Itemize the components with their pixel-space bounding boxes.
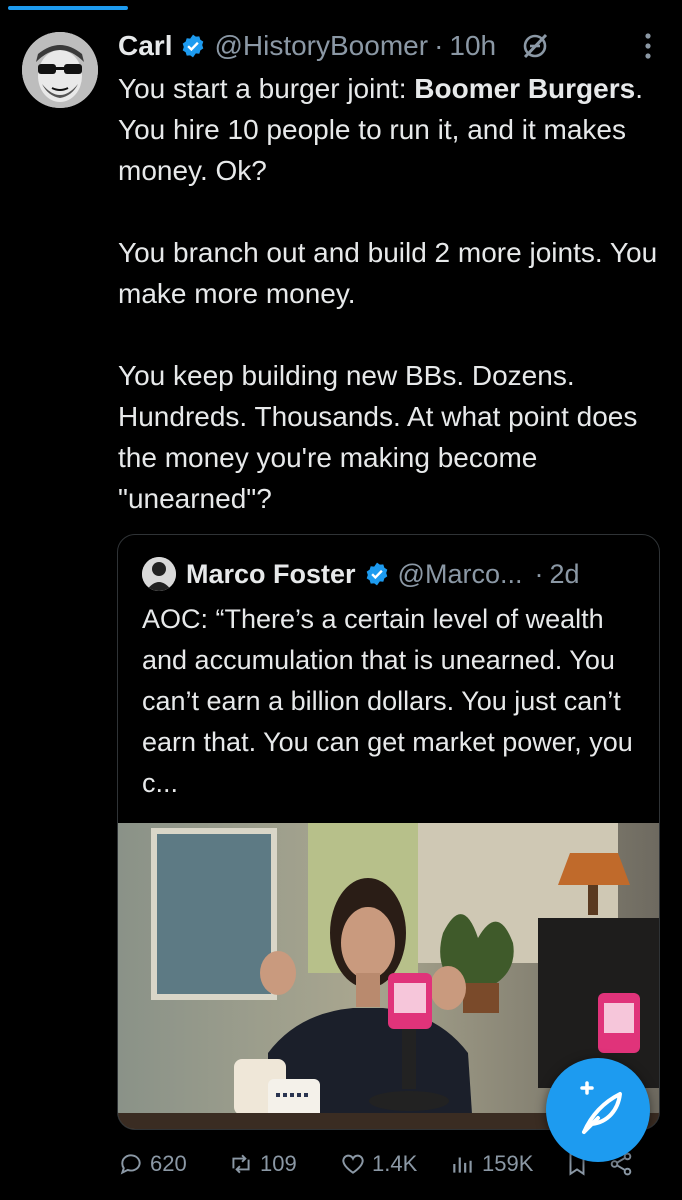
grok-icon[interactable] xyxy=(520,31,550,61)
quoted-timestamp: 2d xyxy=(549,558,580,589)
tweet-paragraph-3: You keep building new BBs. Dozens. Hundr… xyxy=(118,360,638,514)
compose-icon xyxy=(580,1081,622,1134)
verified-icon xyxy=(366,562,387,586)
author-name[interactable]: Carl xyxy=(118,30,172,62)
tweet-header: Carl @HistoryBoomer · 10h xyxy=(118,26,654,66)
quoted-tweet[interactable]: Marco Foster @Marco... · 2d AOC: “There’… xyxy=(117,534,660,1130)
quoted-header: Marco Foster @Marco... · 2d xyxy=(142,557,637,591)
views-icon xyxy=(453,1157,472,1173)
tweet[interactable]: Carl @HistoryBoomer · 10h You start a bu… xyxy=(0,0,682,1200)
separator: · xyxy=(434,30,444,61)
tweet-text: You start a burger joint: Boomer Burgers… xyxy=(118,68,658,560)
separator: · xyxy=(534,558,544,589)
quoted-author-name: Marco Foster xyxy=(186,558,356,589)
author-handle[interactable]: @HistoryBoomer xyxy=(214,30,428,62)
reply-icon xyxy=(120,1154,141,1175)
reply-count: 620 xyxy=(150,1151,187,1176)
repost-icon xyxy=(232,1154,250,1174)
quoted-author-handle: @Marco... xyxy=(397,558,523,589)
quoted-text: AOC: “There’s a certain level of wealth … xyxy=(142,604,633,798)
avatar[interactable] xyxy=(22,32,98,108)
reply-button[interactable]: 620 xyxy=(118,1151,228,1177)
tweet-paragraph-1: You start a burger joint: Boomer Burgers… xyxy=(118,73,643,186)
views-count: 159K xyxy=(482,1151,534,1176)
tweet-paragraph-2: You branch out and build 2 more joints. … xyxy=(118,237,658,309)
quoted-avatar xyxy=(142,557,176,591)
like-button[interactable]: 1.4K xyxy=(340,1151,450,1177)
repost-button[interactable]: 109 xyxy=(228,1151,340,1177)
tweet-bold-text: Boomer Burgers xyxy=(414,73,636,104)
repost-count: 109 xyxy=(260,1151,297,1176)
more-icon[interactable] xyxy=(642,30,654,62)
compose-button[interactable] xyxy=(546,1058,650,1162)
like-count: 1.4K xyxy=(372,1151,418,1176)
verified-icon xyxy=(183,34,204,58)
timestamp[interactable]: 10h xyxy=(449,30,496,62)
like-icon xyxy=(342,1154,364,1174)
